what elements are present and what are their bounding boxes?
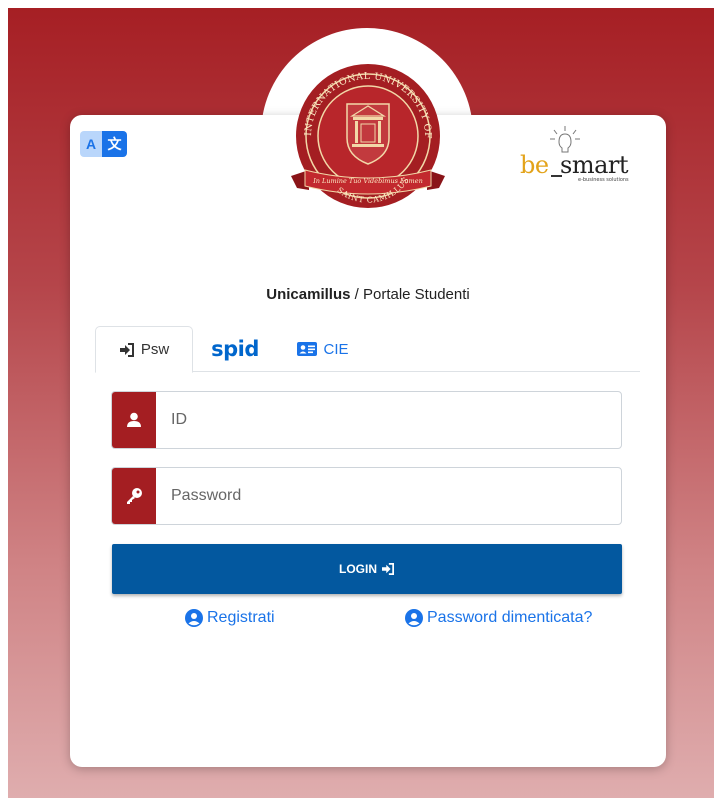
forgot-password-label: Password dimenticata?	[427, 609, 593, 626]
password-field-group	[111, 467, 622, 525]
tab-cie[interactable]: CIE	[293, 326, 353, 372]
spid-logo: spid	[211, 337, 259, 361]
login-method-tabs: Psw spid CIE	[95, 326, 640, 373]
user-circle-icon	[405, 609, 423, 627]
university-logo: INTERNATIONAL UNIVERSITY OF HEALTH SCIEN…	[289, 58, 445, 208]
translate-icon-a: A	[80, 131, 102, 157]
login-button[interactable]: LOGIN	[112, 544, 622, 594]
user-circle-icon	[185, 609, 203, 627]
tab-cie-label: CIE	[323, 340, 349, 358]
besmart-tagline: e-business solutions	[578, 177, 629, 183]
tab-spid[interactable]: spid	[205, 326, 265, 372]
id-field-group	[111, 391, 622, 449]
user-icon	[112, 392, 156, 448]
sign-in-icon	[381, 563, 395, 575]
key-icon	[112, 468, 156, 524]
register-label: Registrati	[207, 609, 275, 626]
translate-icon-b: 文	[102, 131, 127, 157]
besmart-logo: be smart e-business solutions	[518, 125, 644, 187]
login-label: LOGIN	[339, 562, 377, 576]
title-separator: /	[350, 286, 363, 303]
id-card-icon	[297, 342, 318, 356]
id-input[interactable]	[156, 392, 621, 448]
translate-button[interactable]: A 文	[80, 131, 127, 157]
besmart-be-text: be	[520, 151, 549, 179]
sign-in-icon	[119, 342, 135, 357]
portal-name: Portale Studenti	[362, 286, 470, 303]
tab-psw-label: Psw	[140, 341, 170, 358]
besmart-smart-text: smart	[560, 151, 629, 179]
register-link[interactable]: Registrati	[185, 609, 275, 627]
password-input[interactable]	[156, 468, 621, 524]
tab-psw[interactable]: Psw	[95, 326, 193, 373]
forgot-password-link[interactable]: Password dimenticata?	[405, 609, 592, 627]
brand-name: Unicamillus	[266, 286, 351, 303]
page-title: Unicamillus / Portale Studenti	[70, 286, 666, 303]
